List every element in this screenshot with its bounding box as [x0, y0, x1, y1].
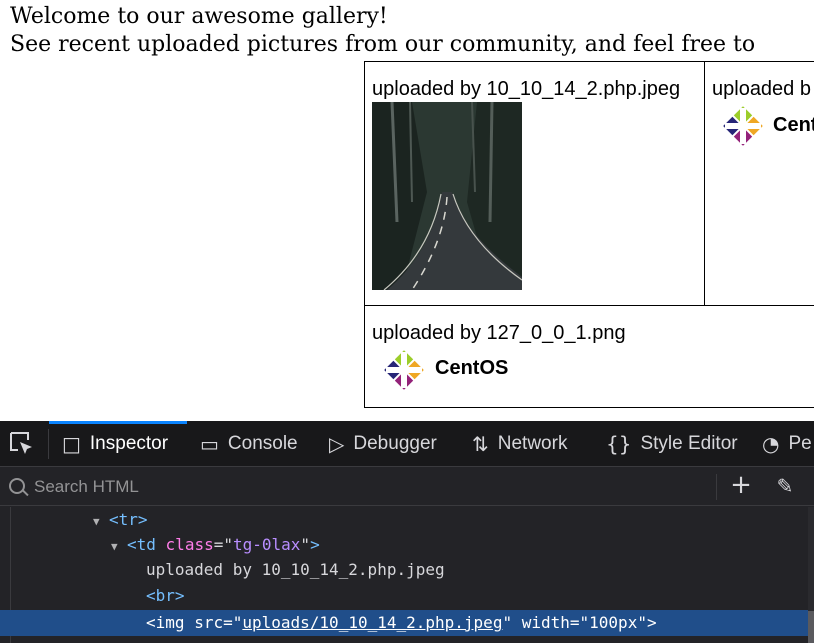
centos-logo-icon[interactable] — [721, 104, 765, 148]
upload-caption: uploaded by 10_10_14_2.php.jpeg — [372, 78, 681, 100]
tree-node-tr[interactable]: ▼ <tr> — [93, 507, 148, 532]
gallery-cell: uploaded by 10_10_14_2.php.jpeg — [364, 61, 705, 306]
attr-value: 100px — [589, 613, 638, 632]
tree-node-br[interactable]: <br> — [146, 583, 185, 608]
gallery-cell: uploaded b Cent — [704, 61, 814, 306]
attr-name: src — [194, 613, 224, 632]
tab-label: Pe — [788, 432, 812, 454]
tree-text-node[interactable]: uploaded by 10_10_14_2.php.jpeg — [146, 557, 445, 582]
network-icon: ⇅ — [472, 431, 489, 456]
performance-icon: ◔ — [762, 431, 780, 456]
toolbar-separator — [48, 429, 49, 459]
markup-tree: ▼ <tr> ▼ <td class="tg-0lax"> uploaded by … — [0, 507, 814, 643]
tab-inspector[interactable]: □ Inspector — [62, 421, 168, 466]
attr-name: width — [521, 613, 570, 632]
picker-icon — [10, 431, 32, 454]
tab-performance[interactable]: ◔ Pe — [762, 421, 812, 466]
tab-debugger[interactable]: ▷ Debugger — [329, 421, 437, 466]
search-separator — [716, 474, 717, 500]
tree-node-td[interactable]: ▼ <td class="tg-0lax"> — [111, 532, 320, 557]
element-picker-button[interactable] — [8, 421, 36, 466]
console-icon: ▭ — [200, 431, 219, 456]
tag-name: tr — [118, 510, 138, 529]
centos-logo-icon[interactable] — [382, 348, 426, 392]
attr-value-link[interactable]: uploads/10_10_14_2.php.jpeg — [242, 613, 502, 632]
welcome-heading: Welcome to our awesome gallery! — [10, 4, 388, 29]
devtools-toolbar: □ Inspector ▭ Console ▷ Debugger ⇅ Netwo… — [0, 421, 814, 467]
inspector-icon: □ — [62, 431, 81, 456]
gallery-cell: uploaded by 127_0_0_1.png CentOS — [364, 305, 705, 408]
attr-value: tg-0lax — [232, 535, 301, 554]
centos-logo-text: Cent — [773, 114, 814, 136]
tab-console[interactable]: ▭ Console — [200, 421, 298, 466]
tab-label: Debugger — [353, 432, 437, 454]
attr-name: class — [165, 535, 214, 554]
upload-caption: uploaded by 127_0_0_1.png — [372, 322, 626, 344]
tab-label: Network — [497, 432, 568, 454]
centos-logo-text: CentOS — [435, 357, 509, 379]
scrollbar-thumb[interactable] — [808, 611, 814, 643]
tab-style-editor[interactable]: {} Style Editor — [606, 421, 738, 466]
search-input[interactable] — [32, 475, 696, 499]
gallery-cell-empty — [704, 305, 814, 408]
add-node-button[interactable]: + — [729, 472, 753, 498]
road-photo[interactable] — [372, 102, 522, 290]
expand-arrow-icon[interactable]: ▼ — [93, 509, 109, 534]
tab-label: Inspector — [89, 432, 169, 454]
search-bar: + ✎ — [0, 467, 814, 506]
welcome-subtext: See recent uploaded pictures from our co… — [10, 32, 756, 57]
devtools-panel: □ Inspector ▭ Console ▷ Debugger ⇅ Netwo… — [0, 421, 814, 643]
style-editor-icon: {} — [606, 431, 632, 456]
upload-caption: uploaded b — [712, 78, 811, 100]
tab-network[interactable]: ⇅ Network — [472, 421, 567, 466]
debugger-icon: ▷ — [329, 431, 345, 456]
tag-name: td — [136, 535, 156, 554]
tag-name: img — [155, 613, 185, 632]
search-icon — [9, 478, 25, 494]
tab-label: Console — [227, 432, 298, 454]
eyedropper-icon[interactable]: ✎ — [773, 473, 797, 499]
tree-node-img[interactable]: <img src="uploads/10_10_14_2.php.jpeg" w… — [146, 610, 657, 635]
expand-arrow-icon[interactable]: ▼ — [111, 534, 127, 559]
tab-label: Style Editor — [640, 432, 738, 454]
gallery-page: Welcome to our awesome gallery! See rece… — [0, 0, 814, 421]
